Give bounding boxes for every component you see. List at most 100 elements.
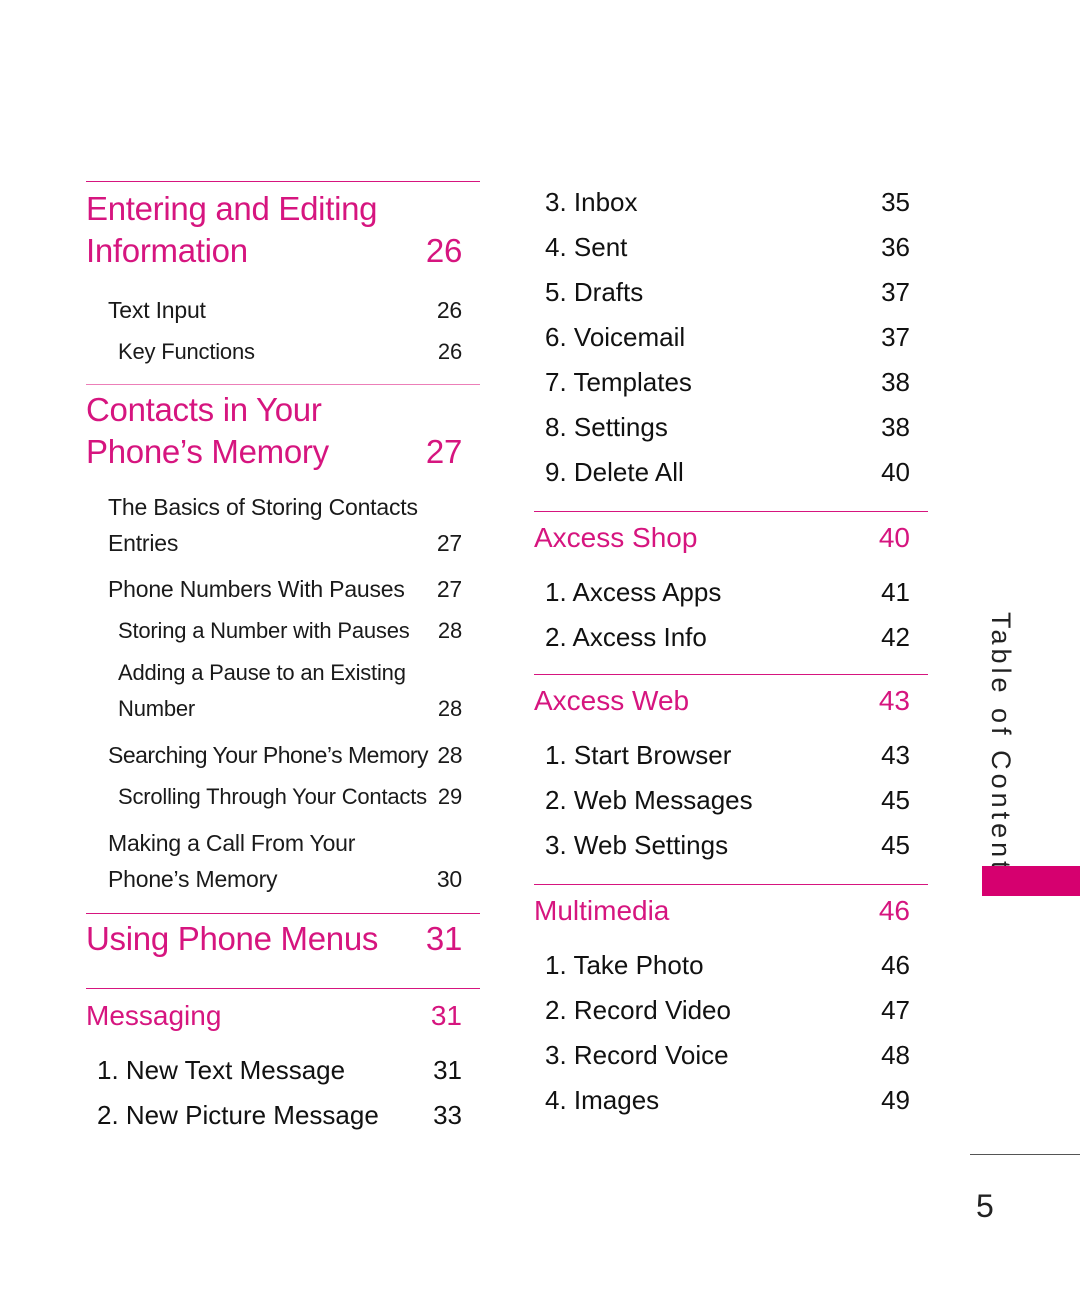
entry-title: Scrolling Through Your Contacts [118,784,427,809]
menu-item-page: 49 [881,1085,910,1115]
menu-item-page: 38 [881,412,910,442]
menu-item-page: 40 [881,457,910,487]
page-number: 5 [976,1188,994,1224]
entry-title: Phone Numbers With Pauses [108,576,405,602]
toc-right-column: 3. Inbox 35 4. Sent 36 5. Drafts 37 6. Voic… [534,180,928,1123]
menu-item-label: 1. Start Browser [545,740,732,770]
menu-item-page: 36 [881,232,910,262]
menu-heading-page: 40 [878,522,910,553]
section-side-label: Table of Contents [986,612,1016,891]
menu-item-label: 2. Web Messages [545,785,753,815]
chapter-title: Contacts in Your Phone’s Memory [86,391,329,470]
menu-item-page: 37 [881,322,910,352]
menu-item-page: 48 [881,1040,910,1070]
menu-item-page: 46 [881,950,910,980]
toc-entry[interactable]: Text Input 26 [86,292,480,328]
toc-entry[interactable]: Key Functions 26 [86,334,480,370]
menu-item[interactable]: 9. Delete All 40 [534,450,928,495]
entry-title: Searching Your Phone’s Memory [108,742,429,768]
section-divider [86,913,480,914]
menu-item-label: 5. Drafts [545,277,644,307]
menu-item-page: 35 [881,187,910,217]
menu-item[interactable]: 5. Drafts 37 [534,270,928,315]
menu-heading-title: Axcess Web [534,685,690,716]
entry-title: Text Input [108,297,206,323]
toc-entry[interactable]: Searching Your Phone’s Memory 28 [86,737,480,773]
toc-entry[interactable]: Scrolling Through Your Contacts 29 [86,779,480,815]
menu-item-label: 1. Take Photo [545,950,704,980]
menu-item-label: 3. Web Settings [545,830,729,860]
chapter-page: 27 [425,433,462,470]
menu-item-page: 47 [881,995,910,1025]
menu-item[interactable]: 2. Web Messages 45 [534,778,928,823]
section-divider [534,674,928,675]
menu-item[interactable]: 1. Start Browser 43 [534,733,928,778]
menu-item-page: 37 [881,277,910,307]
chapter-title: Using Phone Menus [86,920,379,957]
menu-heading-messaging[interactable]: Messaging 31 [86,996,480,1036]
chapter-title: Entering and Editing Information [86,190,378,269]
section-tab-marker [982,866,1080,896]
menu-item[interactable]: 1. Axcess Apps 41 [534,570,928,615]
menu-heading-title: Multimedia [534,895,670,926]
entry-title: Making a Call From Your Phone’s Memory [108,830,356,892]
menu-item[interactable]: 2. Axcess Info 42 [534,615,928,660]
menu-item[interactable]: 6. Voicemail 37 [534,315,928,360]
menu-heading-page: 31 [430,1000,462,1031]
menu-heading-page: 46 [878,895,910,926]
menu-item-label: 3. Record Voice [545,1040,729,1070]
entry-title: Key Functions [118,339,255,364]
entry-page: 28 [437,742,462,768]
menu-item[interactable]: 2. Record Video 47 [534,988,928,1033]
toc-entry[interactable]: The Basics of Storing Contacts Entries 2… [86,489,480,561]
menu-item[interactable]: 1. Take Photo 46 [534,943,928,988]
entry-page: 27 [436,576,462,602]
menu-item-label: 6. Voicemail [545,322,686,352]
entry-title: The Basics of Storing Contacts Entries [108,494,418,556]
menu-item[interactable]: 2. New Picture Message 33 [86,1093,480,1138]
menu-heading-title: Axcess Shop [534,522,698,553]
toc-entry[interactable]: Making a Call From Your Phone’s Memory 3… [86,825,480,897]
menu-item[interactable]: 3. Record Voice 48 [534,1033,928,1078]
menu-item-page: 43 [881,740,910,770]
menu-item[interactable]: 4. Sent 36 [534,225,928,270]
menu-item[interactable]: 8. Settings 38 [534,405,928,450]
menu-item-page: 41 [881,577,910,607]
entry-page: 28 [437,696,462,721]
toc-chapter[interactable]: Entering and Editing Information 26 [86,188,480,272]
menu-heading-multimedia[interactable]: Multimedia 46 [534,891,928,931]
toc-entry[interactable]: Phone Numbers With Pauses 27 [86,571,480,607]
menu-item-label: 8. Settings [545,412,668,442]
menu-item[interactable]: 1. New Text Message 31 [86,1048,480,1093]
entry-page: 30 [436,866,462,892]
section-divider [86,181,480,182]
entry-page: 27 [436,530,462,556]
menu-item-label: 1. Axcess Apps [545,577,722,607]
toc-entry[interactable]: Adding a Pause to an Existing Number 28 [86,655,480,727]
section-divider [534,511,928,512]
chapter-page: 31 [425,920,462,957]
entry-title: Storing a Number with Pauses [118,618,410,643]
menu-item[interactable]: 4. Images 49 [534,1078,928,1123]
toc-left-column: Entering and Editing Information 26 Text… [86,181,480,1138]
menu-item[interactable]: 3. Web Settings 45 [534,823,928,868]
menu-item-label: 7. Templates [545,367,692,397]
menu-item-label: 4. Images [545,1085,660,1115]
menu-item-label: 1. New Text Message [97,1055,346,1085]
menu-heading-axcess-web[interactable]: Axcess Web 43 [534,681,928,721]
menu-item-label: 2. Record Video [545,995,731,1025]
section-divider [534,884,928,885]
entry-page: 26 [437,339,462,364]
menu-item-page: 45 [881,830,910,860]
entry-title: Adding a Pause to an Existing Number [118,660,406,721]
toc-entry[interactable]: Storing a Number with Pauses 28 [86,613,480,649]
toc-chapter[interactable]: Using Phone Menus 31 [86,918,480,960]
menu-item-label: 3. Inbox [545,187,638,217]
menu-item[interactable]: 7. Templates 38 [534,360,928,405]
menu-heading-axcess-shop[interactable]: Axcess Shop 40 [534,518,928,558]
entry-page: 29 [437,784,462,809]
toc-chapter[interactable]: Contacts in Your Phone’s Memory 27 [86,389,480,473]
chapter-page: 26 [425,232,462,269]
menu-item[interactable]: 3. Inbox 35 [534,180,928,225]
menu-item-page: 31 [433,1055,462,1085]
